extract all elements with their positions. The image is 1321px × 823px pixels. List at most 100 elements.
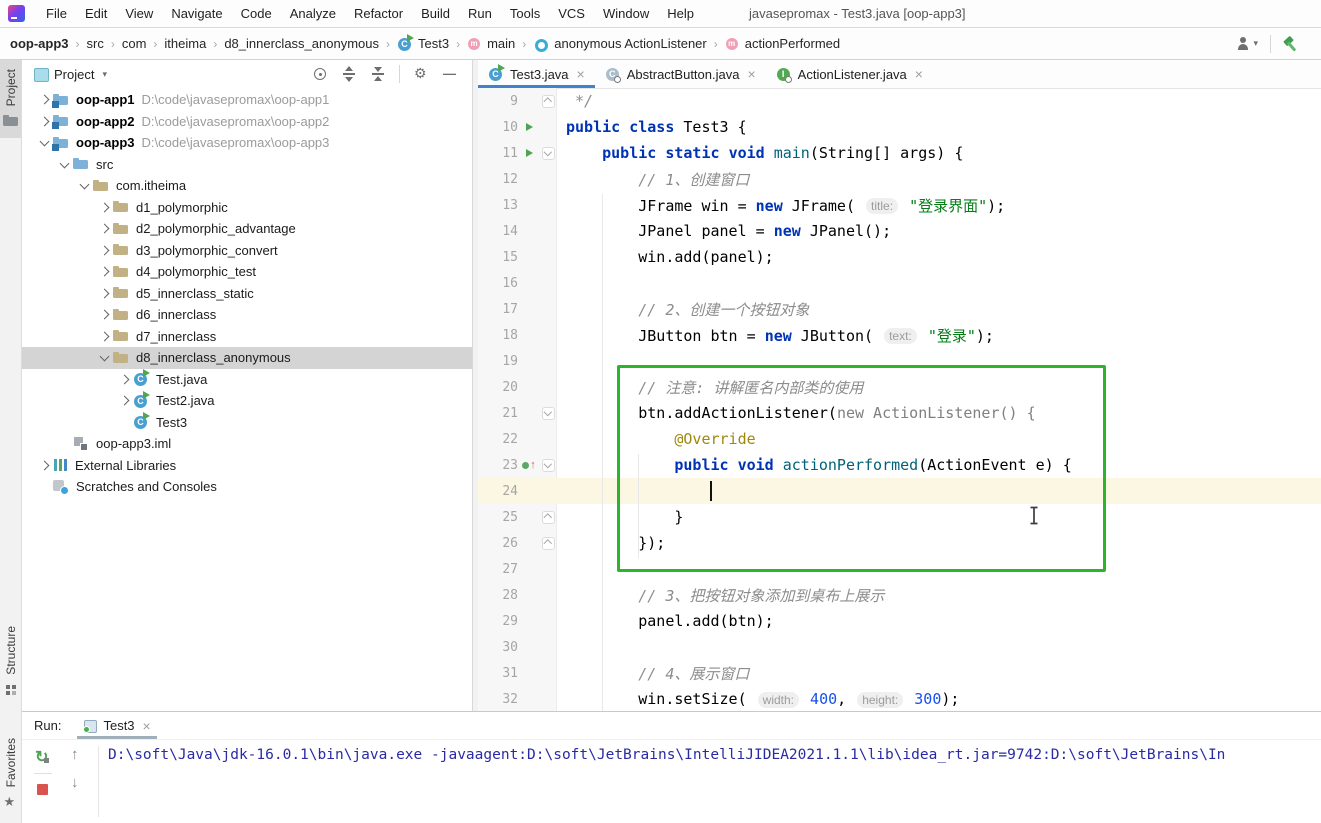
close-icon[interactable]: × [915,66,923,82]
stripe-tab-favorites[interactable]: Favorites [3,729,19,819]
code-line-18[interactable]: 18 JButton btn = new JButton( text: "登录"… [478,322,1321,348]
fold-marker-icon[interactable] [541,406,555,420]
code-line-11[interactable]: 11 public static void main(String[] args… [478,140,1321,166]
close-icon[interactable]: × [577,66,585,82]
breadcrumb-item-oop-app3[interactable]: oop-app3 [10,36,69,51]
chevron-right-icon[interactable] [99,288,110,299]
tree-row-d5-innerclass-static[interactable]: d5_innerclass_static [22,283,472,305]
menu-item-code[interactable]: Code [232,6,281,21]
menu-item-view[interactable]: View [116,6,162,21]
build-hammer-button[interactable] [1283,35,1299,52]
tree-row-src[interactable]: src [22,154,472,176]
tree-row-oop-app1[interactable]: oop-app1 D:\code\javasepromax\oop-app1 [22,89,472,111]
menu-item-vcs[interactable]: VCS [549,6,594,21]
tree-row-com-itheima[interactable]: com.itheima [22,175,472,197]
breadcrumb-item-test3[interactable]: Test3 [397,33,449,52]
fold-marker-icon[interactable] [541,536,555,550]
code-line-32[interactable]: 32 win.setSize( width: 400, height: 300)… [478,686,1321,711]
menu-item-help[interactable]: Help [658,6,703,21]
code-line-28[interactable]: 28 // 3、把按钮对象添加到桌布上展示 [478,582,1321,608]
chevron-right-icon[interactable] [119,374,130,385]
tree-row-external-libraries[interactable]: External Libraries [22,455,472,477]
tree-row-d8-innerclass-anonymous[interactable]: d8_innerclass_anonymous [22,347,472,369]
editor-tab-abstractbutton-java[interactable]: AbstractButton.java × [595,60,766,88]
menu-item-navigate[interactable]: Navigate [162,6,231,21]
chevron-down-icon[interactable]: ▾ [102,69,107,80]
down-button[interactable] [68,774,84,792]
fold-marker-icon[interactable] [541,94,555,108]
breadcrumb-item-d8-innerclass-anonymous[interactable]: d8_innerclass_anonymous [224,36,379,51]
tree-row-d1-polymorphic[interactable]: d1_polymorphic [22,197,472,219]
code-line-16[interactable]: 16 [478,270,1321,296]
project-panel-title[interactable]: Project [54,67,94,82]
code-line-29[interactable]: 29 panel.add(btn); [478,608,1321,634]
run-tab-test3[interactable]: Test3 × [75,712,158,739]
breadcrumb-item-src[interactable]: src [87,36,104,51]
code-line-9[interactable]: 9 */ [478,88,1321,114]
chevron-right-icon[interactable] [99,245,110,256]
tree-row-d2-polymorphic-advantage[interactable]: d2_polymorphic_advantage [22,218,472,240]
locate-button[interactable] [312,66,328,83]
code-line-12[interactable]: 12 // 1、创建窗口 [478,166,1321,192]
code-line-17[interactable]: 17 // 2、创建一个按钮对象 [478,296,1321,322]
fold-marker-icon[interactable] [541,510,555,524]
code-line-15[interactable]: 15 win.add(panel); [478,244,1321,270]
chevron-right-icon[interactable] [39,94,50,105]
run-arrow-icon[interactable] [525,149,533,157]
rerun-button[interactable] [35,747,51,767]
chevron-right-icon[interactable] [99,266,110,277]
menu-item-window[interactable]: Window [594,6,658,21]
menu-item-tools[interactable]: Tools [501,6,549,21]
chevron-right-icon[interactable] [119,395,130,406]
breadcrumb-item-itheima[interactable]: itheima [164,36,206,51]
tree-row-scratches-and-consoles[interactable]: Scratches and Consoles [22,476,472,498]
collapse-all-button[interactable] [370,66,386,83]
expand-all-button[interactable] [341,66,357,83]
menu-item-edit[interactable]: Edit [76,6,116,21]
close-icon[interactable]: × [747,66,755,82]
tree-row-oop-app3-iml[interactable]: oop-app3.iml [22,433,472,455]
code-line-10[interactable]: 10 public class Test3 { [478,114,1321,140]
breadcrumb-item-main[interactable]: main [467,36,515,52]
run-arrow-icon[interactable] [525,123,533,131]
tree-row-d4-polymorphic-test[interactable]: d4_polymorphic_test [22,261,472,283]
override-marker-icon[interactable] [522,461,530,469]
editor-tab-actionlistener-java[interactable]: ActionListener.java × [766,60,933,88]
tree-row-d7-innerclass[interactable]: d7_innerclass [22,326,472,348]
chevron-down-icon[interactable] [59,158,70,169]
breadcrumb-item-com[interactable]: com [122,36,147,51]
code-line-14[interactable]: 14 JPanel panel = new JPanel(); [478,218,1321,244]
breadcrumb-item-anonymous-actionlistener[interactable]: anonymous ActionListener [533,36,707,52]
code-line-31[interactable]: 31 // 4、展示窗口 [478,660,1321,686]
user-button[interactable]: ▾ [1235,36,1258,52]
stripe-tab-project[interactable]: Project [0,60,21,139]
close-icon[interactable]: × [143,718,151,734]
tree-row-oop-app3[interactable]: oop-app3 D:\code\javasepromax\oop-app3 [22,132,472,154]
tree-row-oop-app2[interactable]: oop-app2 D:\code\javasepromax\oop-app2 [22,111,472,133]
chevron-down-icon[interactable] [39,136,50,147]
menu-item-analyze[interactable]: Analyze [281,6,345,21]
breadcrumb-item-actionperformed[interactable]: actionPerformed [725,36,840,52]
menu-item-run[interactable]: Run [459,6,501,21]
chevron-right-icon[interactable] [99,223,110,234]
code-line-13[interactable]: 13 JFrame win = new JFrame( title: "登录界面… [478,192,1321,218]
fold-marker-icon[interactable] [541,146,555,160]
editor-tab-test3-java[interactable]: Test3.java × [478,60,595,88]
chevron-right-icon[interactable] [39,116,50,127]
code-line-30[interactable]: 30 [478,634,1321,660]
chevron-down-icon[interactable] [99,351,110,362]
stop-button[interactable] [35,781,51,799]
fold-marker-icon[interactable] [541,458,555,472]
stripe-tab-structure[interactable]: Structure [3,617,19,707]
chevron-right-icon[interactable] [39,460,50,471]
settings-button[interactable] [413,65,429,82]
chevron-right-icon[interactable] [99,309,110,320]
tree-row-d6-innerclass[interactable]: d6_innerclass [22,304,472,326]
up-button[interactable] [68,746,84,764]
chevron-right-icon[interactable] [99,331,110,342]
hide-button[interactable] [442,66,458,83]
chevron-right-icon[interactable] [99,202,110,213]
menu-item-build[interactable]: Build [412,6,459,21]
tree-row-d3-polymorphic-convert[interactable]: d3_polymorphic_convert [22,240,472,262]
tree-row-test2-java[interactable]: Test2.java [22,390,472,412]
